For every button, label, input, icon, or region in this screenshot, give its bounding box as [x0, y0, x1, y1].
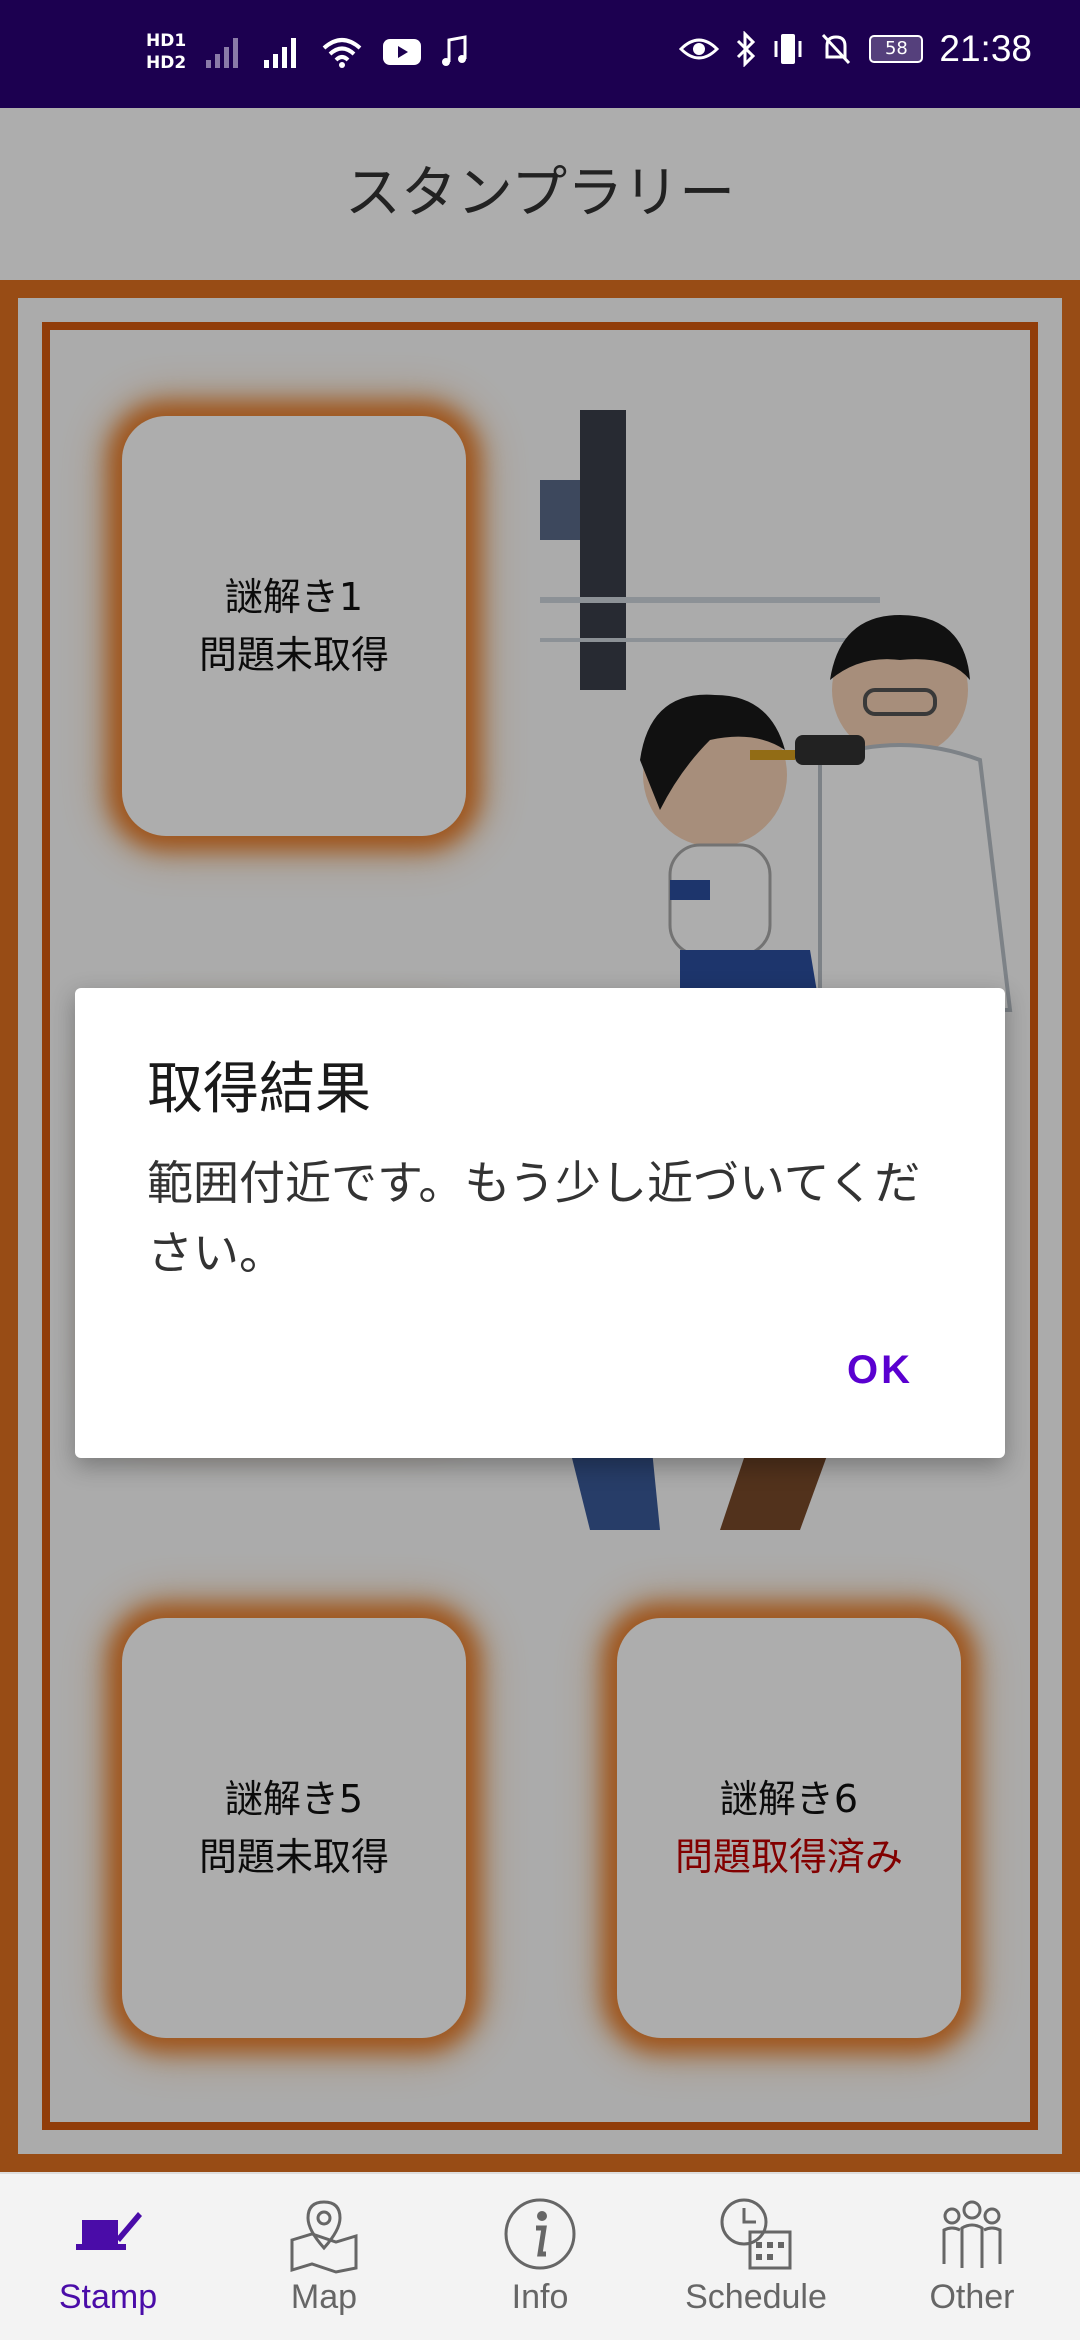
people-icon	[942, 2200, 1002, 2268]
nav-item-other[interactable]: Other	[864, 2174, 1080, 2340]
dialog-title: 取得結果	[147, 1057, 371, 1122]
schedule-icon	[720, 2198, 792, 2270]
signal-icon	[206, 38, 239, 68]
nav-label: Other	[929, 2278, 1015, 2316]
bluetooth-icon	[737, 31, 756, 67]
result-dialog: 取得結果 範囲付近です。もう少し近づいてください。 OK	[75, 988, 1005, 1458]
info-icon	[504, 2198, 576, 2270]
status-time: 21:38	[939, 28, 1032, 69]
hd2-label: HD2	[146, 53, 187, 73]
dialog-message: 範囲付近です。もう少し近づいてください。	[147, 1156, 921, 1280]
nav-label: Info	[511, 2278, 569, 2316]
sim-indicator: HD1 HD2	[146, 30, 186, 74]
signal-icon	[264, 38, 297, 68]
hd1-label: HD1	[146, 31, 187, 51]
nav-item-schedule[interactable]: Schedule	[648, 2174, 864, 2340]
bottom-nav: Stamp Map Info Schedule Other	[0, 2172, 1080, 2340]
wifi-icon	[322, 38, 362, 68]
battery-icon: 58	[869, 35, 924, 63]
music-icon	[442, 35, 467, 66]
nav-item-stamp[interactable]: Stamp	[0, 2174, 216, 2340]
map-icon	[290, 2200, 358, 2274]
eye-icon	[679, 38, 720, 60]
ok-button[interactable]: OK	[847, 1348, 913, 1393]
nav-item-map[interactable]: Map	[216, 2174, 432, 2340]
nav-label: Schedule	[685, 2278, 827, 2316]
nav-label: Map	[290, 2278, 358, 2316]
status-bar: HD1 HD2 58 21:38	[0, 0, 1080, 108]
vibrate-icon	[774, 34, 802, 64]
nav-item-info[interactable]: Info	[432, 2174, 648, 2340]
stamp-icon	[76, 2212, 142, 2250]
youtube-icon	[383, 39, 422, 65]
mute-icon	[822, 33, 851, 65]
nav-label: Stamp	[58, 2278, 158, 2316]
